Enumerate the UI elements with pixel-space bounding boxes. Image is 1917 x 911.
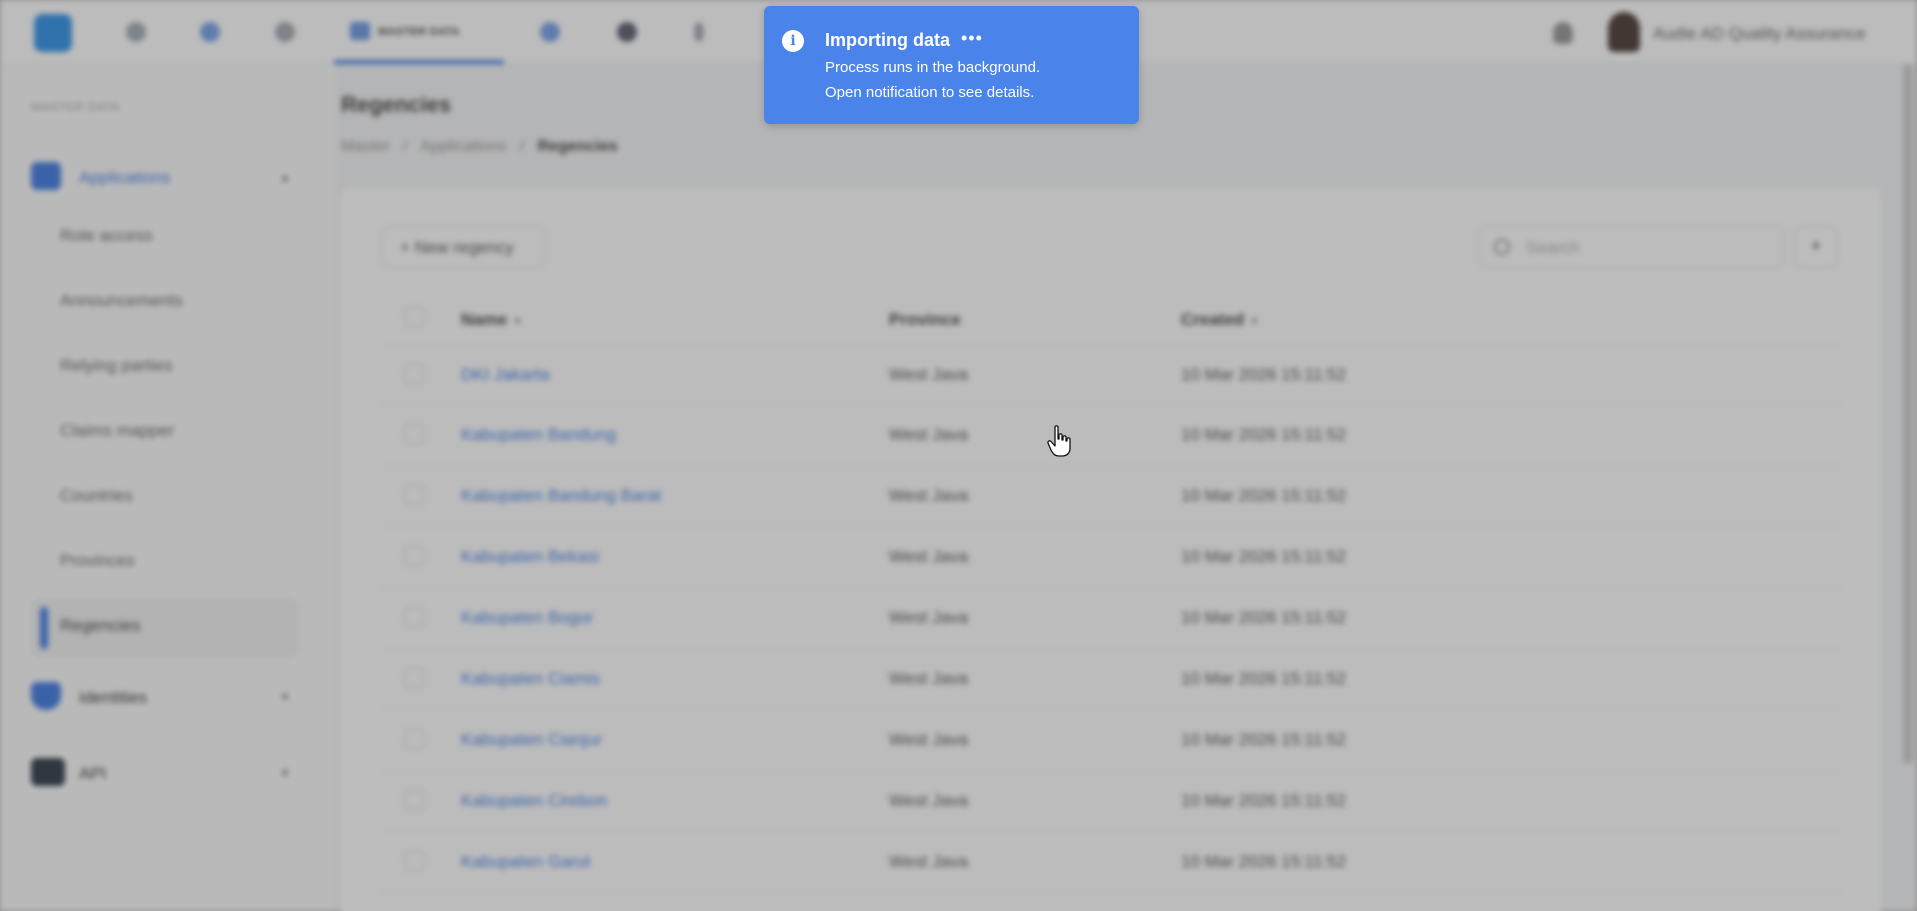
modal-backdrop[interactable] <box>0 0 1917 911</box>
toast-message-line-1: Process runs in the background. <box>825 59 1041 76</box>
hand-pointer-cursor-icon <box>1047 425 1071 457</box>
toast-title: Importing data <box>825 30 950 50</box>
toast-message-line-2: Open notification to see details. <box>825 84 1035 101</box>
loading-dots-icon: ••• <box>961 28 983 48</box>
info-icon: i <box>782 30 804 52</box>
import-notification-toast[interactable]: i Importing data ••• Process runs in the… <box>764 6 1139 124</box>
